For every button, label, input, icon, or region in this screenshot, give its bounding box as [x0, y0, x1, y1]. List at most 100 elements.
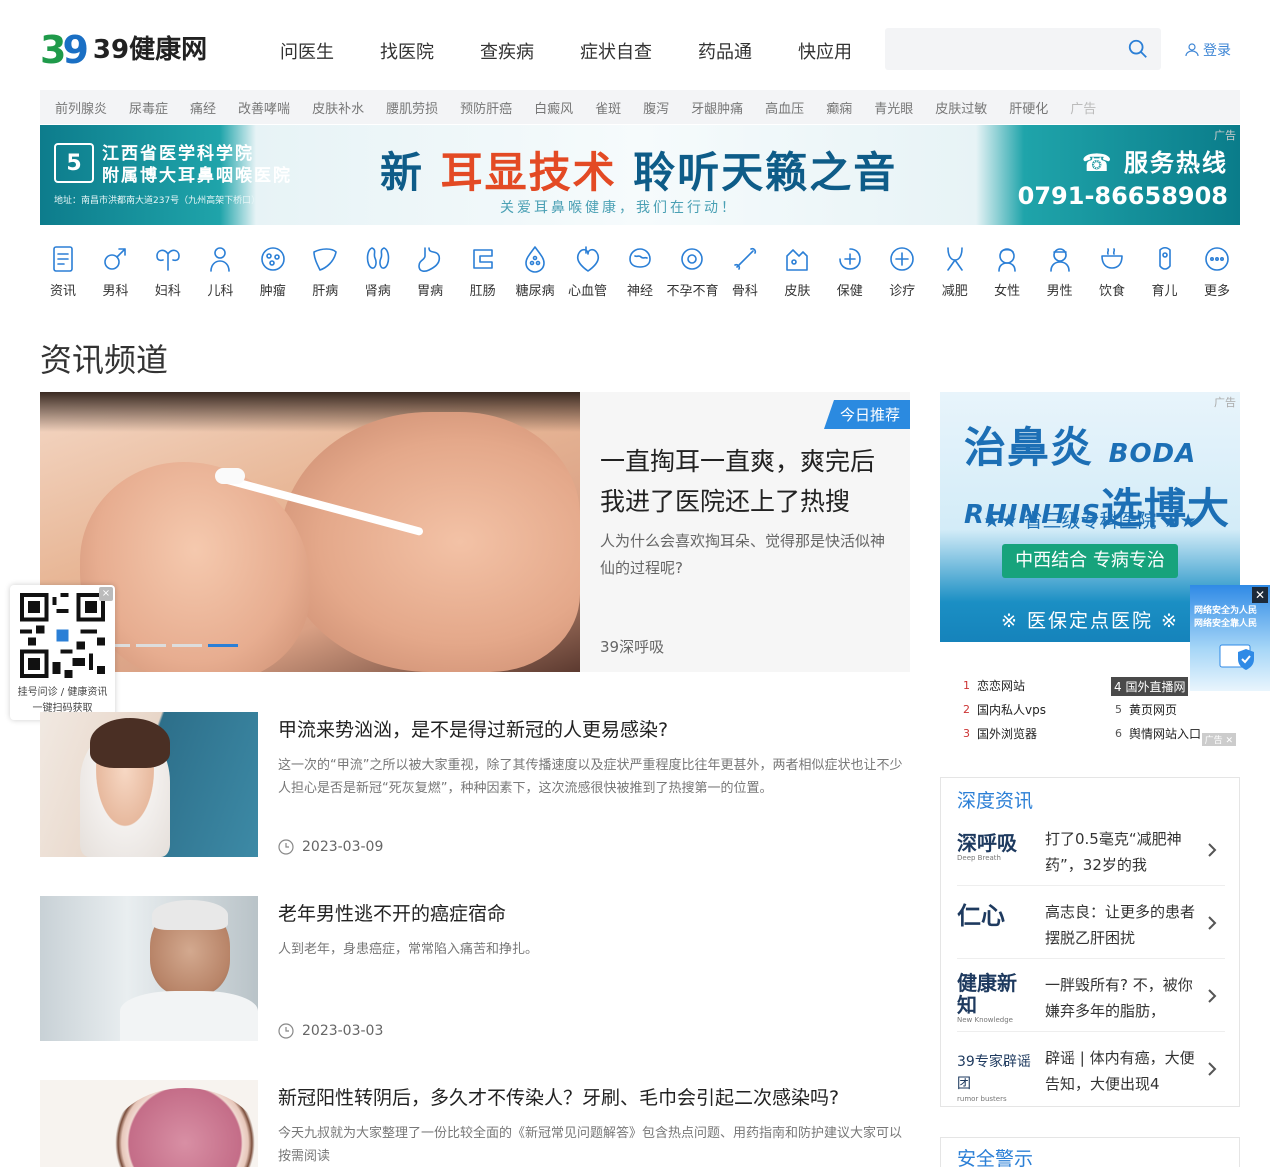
login-link[interactable]: 登录 — [1185, 40, 1231, 60]
carousel-dot[interactable] — [172, 644, 202, 647]
hot-tag[interactable]: 前列腺炎 — [55, 98, 107, 117]
hot-tag[interactable]: 癫痫 — [826, 98, 852, 117]
category-brain[interactable]: 神经 — [617, 244, 663, 304]
nav-item[interactable]: 快应用 — [798, 38, 852, 64]
article-title[interactable]: 新冠阳性转阴后，多久才不传染人？牙刷、毛巾会引起二次感染吗? — [278, 1083, 839, 1110]
category-news[interactable]: 资讯 — [40, 244, 86, 304]
article-item[interactable]: 甲流来势汹汹，是不是得过新冠的人更易感染? 这一次的“甲流”之所以被大家重视，除… — [40, 712, 910, 857]
hot-tag[interactable]: 皮肤过敏 — [935, 98, 987, 117]
nav-item[interactable]: 问医生 — [280, 38, 334, 64]
category-child[interactable]: 儿科 — [197, 244, 243, 304]
hot-tag[interactable]: 高血压 — [765, 98, 804, 117]
hot-tag[interactable]: 雀斑 — [595, 98, 621, 117]
hot-tag[interactable]: 腹泻 — [643, 98, 669, 117]
rank-item[interactable]: 6 舆情网站入口 — [1115, 725, 1201, 742]
hot-tag[interactable]: 改善哮喘 — [238, 98, 290, 117]
article-item[interactable]: 老年男性逃不开的癌症宿命 人到老年，身患癌症，常常陷入痛苦和挣扎。 2023-0… — [40, 896, 910, 1041]
rank-item[interactable]: 1 恋恋网站 — [963, 677, 1025, 694]
category-uterus[interactable]: 妇科 — [145, 244, 191, 304]
ad-label: 广告 — [1070, 101, 1097, 117]
category-diet[interactable]: 饮食 — [1089, 244, 1135, 304]
nav-item[interactable]: 找医院 — [380, 38, 434, 64]
article-thumbnail[interactable] — [40, 1080, 258, 1167]
category-stomach[interactable]: 胃病 — [407, 244, 453, 304]
rank-item[interactable]: 3 国外浏览器 — [963, 725, 1037, 742]
category-more[interactable]: 更多 — [1194, 244, 1240, 304]
category-baby[interactable]: 育儿 — [1142, 244, 1188, 304]
category-health-care[interactable]: 保健 — [827, 244, 873, 304]
category-liver[interactable]: 肝病 — [302, 244, 348, 304]
deep-news-text[interactable]: 辟谣 | 体内有癌，大便告知，大便出现4 — [1045, 1045, 1199, 1097]
deep-news-item[interactable]: 深呼吸 Deep Breath 打了0.5毫克“减肥神药”，32岁的我 — [957, 816, 1225, 886]
featured-article[interactable]: 今日推荐 一直掏耳一直爽，爽完后我进了医院还上了热搜 人为什么会喜欢掏耳朵、觉得… — [40, 392, 910, 672]
carousel-dot[interactable] — [136, 644, 166, 647]
category-skin[interactable]: 皮肤 — [774, 244, 820, 304]
nav-item[interactable]: 症状自查 — [580, 38, 652, 64]
category-label: 骨科 — [731, 284, 758, 299]
featured-source[interactable]: 39深呼吸 — [600, 636, 664, 657]
category-tumor[interactable]: 肿瘤 — [250, 244, 296, 304]
user-icon — [1185, 43, 1199, 57]
category-fertility[interactable]: 不孕不育 — [666, 244, 718, 304]
chevron-right-icon[interactable] — [1207, 915, 1217, 931]
female-icon — [998, 248, 1016, 272]
category-intestine[interactable]: 肛肠 — [460, 244, 506, 304]
ad-label: 广告 — [1214, 396, 1236, 409]
article-thumbnail[interactable] — [40, 712, 258, 857]
article-item[interactable]: 新冠阳性转阴后，多久才不传染人？牙刷、毛巾会引起二次感染吗? 今天九叔就为大家整… — [40, 1080, 910, 1167]
category-label: 肿瘤 — [259, 284, 286, 299]
category-heart[interactable]: 心血管 — [565, 244, 611, 304]
chevron-right-icon[interactable] — [1207, 842, 1217, 858]
deep-news-item[interactable]: 仁心 高志良：让更多的患者摆脱乙肝困扰 — [957, 889, 1225, 959]
category-male[interactable]: 男科 — [92, 244, 138, 304]
top-banner-ad[interactable]: 5 江西省医学科学院 附属博大耳鼻咽喉医院 地址：南昌市洪都南大道237号（九州… — [40, 125, 1240, 225]
hot-tag[interactable]: 白癜风 — [534, 98, 573, 117]
deep-news-box: 深度资讯 深呼吸 Deep Breath 打了0.5毫克“减肥神药”，32岁的我 … — [940, 777, 1240, 1107]
category-clinic[interactable]: 诊疗 — [879, 244, 925, 304]
category-female[interactable]: 女性 — [984, 244, 1030, 304]
featured-title[interactable]: 一直掏耳一直爽，爽完后我进了医院还上了热搜 — [600, 442, 895, 522]
hot-tag[interactable]: 尿毒症 — [129, 98, 168, 117]
hot-tag[interactable]: 腰肌劳损 — [386, 98, 438, 117]
chevron-right-icon[interactable] — [1207, 988, 1217, 1004]
category-man[interactable]: 男性 — [1037, 244, 1083, 304]
article-thumbnail[interactable] — [40, 896, 258, 1041]
qr-close-icon[interactable]: × — [99, 587, 113, 601]
category-diabetes[interactable]: 糖尿病 — [512, 244, 558, 304]
deep-news-text[interactable]: 一胖毁所有? 不，被你嫌弃多年的脂肪， — [1045, 972, 1199, 1024]
article-title[interactable]: 甲流来势汹汹，是不是得过新冠的人更易感染? — [278, 715, 668, 742]
hot-tag[interactable]: 牙龈肿痛 — [691, 98, 743, 117]
rank-item[interactable]: 4 国外直播网 — [1111, 677, 1189, 696]
security-close-icon[interactable]: ✕ — [1252, 587, 1268, 603]
category-kidney[interactable]: 肾病 — [355, 244, 401, 304]
carousel-dot[interactable] — [208, 644, 238, 647]
rank-item[interactable]: 2 国内私人vps — [963, 701, 1046, 718]
deep-news-item[interactable]: 39专家辟谣团 rumor busters 辟谣 | 体内有癌，大便告知，大便出现… — [957, 1035, 1225, 1105]
rank-ad-close[interactable]: 广告 ✕ — [1201, 733, 1236, 746]
article-title[interactable]: 老年男性逃不开的癌症宿命 — [278, 899, 506, 926]
bone-icon — [734, 247, 756, 270]
category-label: 减肥 — [941, 284, 968, 299]
search-input[interactable] — [885, 28, 1115, 70]
category-slim[interactable]: 减肥 — [932, 244, 978, 304]
rank-item[interactable]: 5 黄页网页 — [1115, 701, 1177, 718]
hot-tag[interactable]: 皮肤补水 — [312, 98, 364, 117]
category-label: 肝病 — [312, 284, 339, 299]
hot-tag[interactable]: 痛经 — [190, 98, 216, 117]
category-label: 女性 — [994, 284, 1021, 299]
featured-image[interactable] — [40, 392, 580, 672]
chevron-right-icon[interactable] — [1207, 1061, 1217, 1077]
hot-tag[interactable]: 青光眼 — [874, 98, 913, 117]
hot-tag[interactable]: 肝硬化 — [1009, 98, 1048, 117]
deep-news-text[interactable]: 打了0.5毫克“减肥神药”，32岁的我 — [1045, 826, 1199, 878]
category-bone[interactable]: 骨科 — [722, 244, 768, 304]
nav-item[interactable]: 查疾病 — [480, 38, 534, 64]
deep-news-item[interactable]: 健康新知 New Knowledge 一胖毁所有? 不，被你嫌弃多年的脂肪， — [957, 962, 1225, 1032]
search-icon[interactable] — [1127, 38, 1149, 60]
logo-text: 39健康网 — [92, 35, 208, 65]
carousel-dots — [100, 644, 244, 647]
site-logo[interactable]: 39 39健康网 — [40, 28, 207, 72]
deep-news-text[interactable]: 高志良：让更多的患者摆脱乙肝困扰 — [1045, 899, 1199, 951]
nav-item[interactable]: 药品通 — [698, 38, 752, 64]
hot-tag[interactable]: 预防肝癌 — [460, 98, 512, 117]
